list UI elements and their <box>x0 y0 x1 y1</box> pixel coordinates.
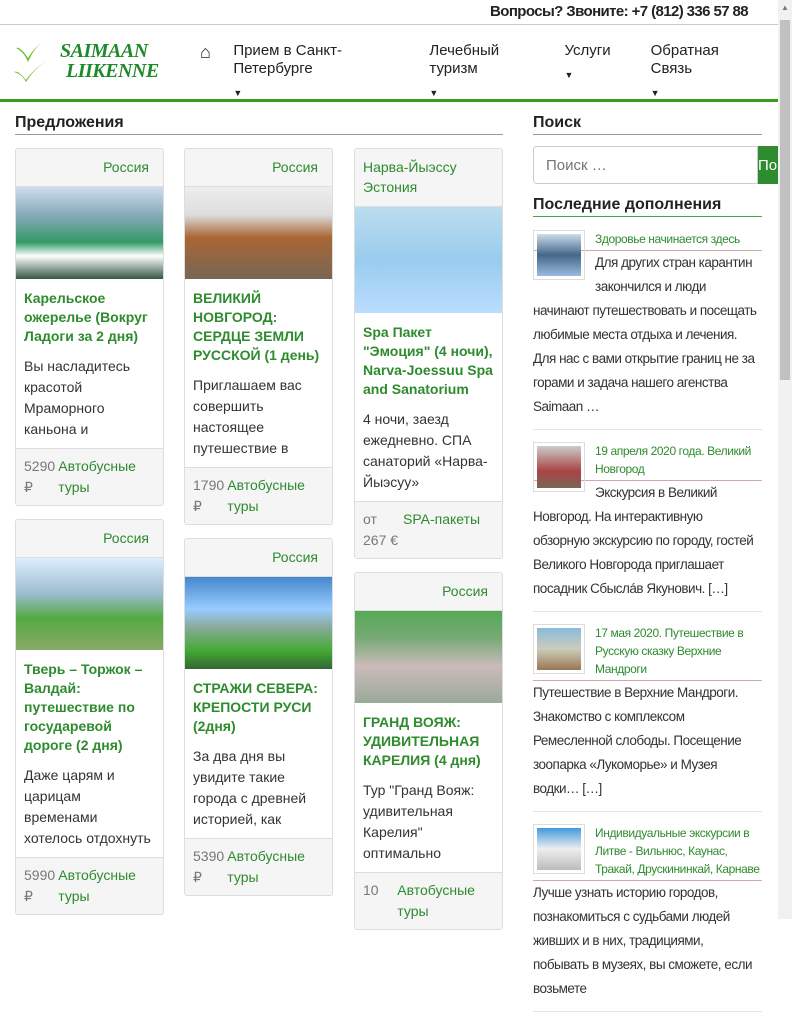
offer-price: 10 <box>363 882 379 898</box>
nav-label: Обратная Связь <box>650 42 719 77</box>
offer-image[interactable] <box>185 577 332 669</box>
recent-excerpt: Экскурсия в Великий Новгород. На интерак… <box>533 485 754 596</box>
offer-image[interactable] <box>16 187 163 279</box>
offer-category[interactable]: Автобусные туры <box>227 846 324 888</box>
offer-title[interactable]: Карельское ожерелье (Вокруг Ладоги за 2 … <box>24 289 155 346</box>
card-country[interactable]: Россия <box>185 539 332 577</box>
offer-price: 5990 ₽ <box>24 867 56 904</box>
offer-category[interactable]: Автобусные туры <box>227 475 324 517</box>
contact-bar: Вопросы? Звоните: +7 (812) 336 57 88 <box>0 0 778 25</box>
offer-price: от 267 € <box>363 511 399 548</box>
caret-down-icon: ▼ <box>233 88 243 98</box>
recent-item: Здоровье начинается здесь Для других стр… <box>533 230 762 430</box>
recent-item: Индивидуальные экскурсии в Литве - Вильн… <box>533 824 762 1012</box>
caret-down-icon: ▼ <box>650 88 660 98</box>
offer-image[interactable] <box>16 558 163 650</box>
offer-category[interactable]: Автобусные туры <box>58 456 155 498</box>
card-country[interactable]: Россия <box>16 520 163 558</box>
offer-price: 5290 ₽ <box>24 458 56 495</box>
section-title: Предложения <box>15 114 503 135</box>
home-icon[interactable]: ⌂ <box>200 42 233 102</box>
offer-excerpt: Даже царям и царицам временами хотелось … <box>24 767 151 846</box>
search-input[interactable] <box>533 146 758 184</box>
offer-excerpt: 4 ночи, заезд ежедневно. СПА санаторий «… <box>363 411 488 490</box>
offer-excerpt: Приглашаем вас совершить настоящее путеш… <box>193 377 302 456</box>
recent-thumbnail[interactable] <box>533 824 585 874</box>
logo[interactable]: SAIMAAN LIIKENNE <box>14 38 179 84</box>
offer-category[interactable]: Автобусные туры <box>58 865 155 907</box>
scrollbar-thumb[interactable] <box>780 20 790 380</box>
search-title: Поиск <box>533 114 762 135</box>
recent-thumbnail[interactable] <box>533 230 585 280</box>
offer-image[interactable] <box>355 207 502 313</box>
nav-label: Прием в Санкт-Петербурге <box>233 42 342 77</box>
offer-image[interactable] <box>355 611 502 703</box>
offers-column: Нарва-Йыэссу Эстония Spa Пакет "Эмоция" … <box>354 148 503 930</box>
nav-item[interactable]: Обратная Связь ▼ <box>651 42 756 102</box>
offer-card: Россия Тверь – Торжок – Валдай: путешест… <box>15 519 164 915</box>
nav-item[interactable]: Услуги ▼ <box>564 42 610 102</box>
recent-thumbnail[interactable] <box>533 624 585 674</box>
card-country[interactable]: Россия <box>185 149 332 187</box>
recent-excerpt: Лучше узнать историю городов, познакомит… <box>533 885 753 996</box>
card-country[interactable]: Нарва-Йыэссу Эстония <box>355 149 502 207</box>
offer-title[interactable]: ВЕЛИКИЙ НОВГОРОД: СЕРДЦЕ ЗЕМЛИ РУССКОЙ (… <box>193 289 324 365</box>
recent-list: Здоровье начинается здесь Для других стр… <box>533 230 762 1024</box>
offer-excerpt: За два дня вы увидите такие города с дре… <box>193 748 307 827</box>
offers-column: Россия Карельское ожерелье (Вокруг Ладог… <box>15 148 164 915</box>
offer-category[interactable]: Автобусные туры <box>397 880 494 922</box>
offer-image[interactable] <box>185 187 332 279</box>
leaf-logo-icon <box>14 40 50 82</box>
offer-card: Россия Карельское ожерелье (Вокруг Ладог… <box>15 148 164 506</box>
site-header: SAIMAAN LIIKENNE ⌂ Прием в Санкт-Петербу… <box>0 26 778 102</box>
offer-card: Россия СТРАЖИ СЕВЕРА: КРЕПОСТИ РУСИ (2дн… <box>184 538 333 896</box>
offers-column: Россия ВЕЛИКИЙ НОВГОРОД: СЕРДЦЕ ЗЕМЛИ РУ… <box>184 148 333 896</box>
offer-excerpt: Вы насладитесь красотой Мраморного каньо… <box>24 358 131 437</box>
offer-excerpt: Тур "Гранд Вояж: удивительная Карелия" о… <box>363 782 475 861</box>
caret-down-icon: ▼ <box>429 88 439 98</box>
offer-card: Россия ВЕЛИКИЙ НОВГОРОД: СЕРДЦЕ ЗЕМЛИ РУ… <box>184 148 333 525</box>
card-country[interactable]: Россия <box>355 573 502 611</box>
offer-price: 5390 ₽ <box>193 848 225 885</box>
nav-label: Лечебный туризм <box>429 42 500 77</box>
offer-card: Нарва-Йыэссу Эстония Spa Пакет "Эмоция" … <box>354 148 503 559</box>
recent-title: Последние дополнения <box>533 196 762 217</box>
offer-category[interactable]: SPA-пакеты <box>403 509 480 551</box>
recent-thumbnail[interactable] <box>533 442 585 492</box>
offer-card: Россия ГРАНД ВОЯЖ: УДИВИТЕЛЬНАЯ КАРЕЛИЯ … <box>354 572 503 930</box>
nav-item[interactable]: Прием в Санкт-Петербурге ▼ <box>233 42 407 102</box>
nav-item[interactable]: Лечебный туризм ▼ <box>429 42 542 102</box>
scrollbar[interactable]: ▲ <box>778 0 792 919</box>
offer-title[interactable]: Тверь – Торжок – Валдай: путешествие по … <box>24 660 155 755</box>
scroll-up-icon[interactable]: ▲ <box>781 3 789 12</box>
offer-price: 1790 ₽ <box>193 477 225 514</box>
offer-title[interactable]: ГРАНД ВОЯЖ: УДИВИТЕЛЬНАЯ КАРЕЛИЯ (4 дня) <box>363 713 494 770</box>
search-form: Поиск <box>533 146 792 184</box>
offer-title[interactable]: Spa Пакет "Эмоция" (4 ночи), Narva-Joess… <box>363 323 494 399</box>
recent-excerpt: Путешествие в Верхние Мандроги. Знакомст… <box>533 685 742 796</box>
recent-item: 19 апреля 2020 года. Великий Новгород Эк… <box>533 442 762 612</box>
card-country[interactable]: Россия <box>16 149 163 187</box>
nav-label: Услуги <box>564 42 611 59</box>
caret-down-icon: ▼ <box>564 70 574 80</box>
main-nav: ⌂ Прием в Санкт-Петербурге ▼ Лечебный тур… <box>200 42 778 102</box>
logo-text: LIIKENNE <box>66 60 159 82</box>
recent-item: 17 мая 2020. Путешествие в Русскую сказк… <box>533 624 762 812</box>
offer-title[interactable]: СТРАЖИ СЕВЕРА: КРЕПОСТИ РУСИ (2дня) <box>193 679 324 736</box>
